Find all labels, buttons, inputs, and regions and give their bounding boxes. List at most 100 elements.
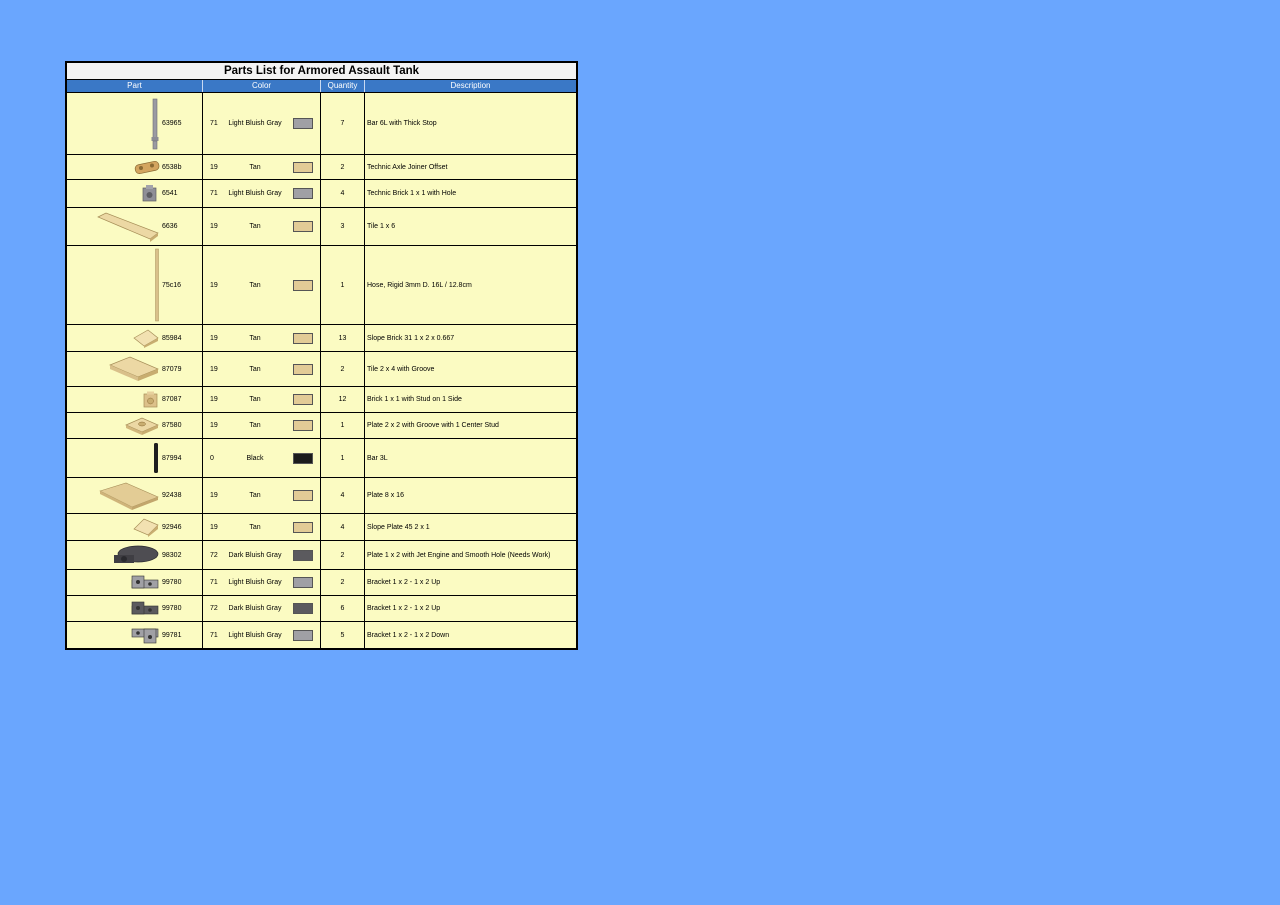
color-swatch [293, 394, 313, 405]
quantity-cell: 6 [321, 596, 365, 621]
color-cell: 19 Tan [203, 387, 321, 412]
quantity-cell: 2 [321, 570, 365, 595]
part-number: 99780 [162, 579, 182, 586]
color-code: 71 [210, 190, 218, 197]
part-number: 87079 [162, 365, 182, 373]
table-row: 75c16 19 Tan 1 Hose, Rigid 3mm D. 16L / 12.8… [67, 246, 576, 325]
color-name: Tan [249, 281, 261, 289]
table-row: 63965 71 Light Bluish Gray 7 Bar 6L with Thi… [67, 93, 576, 155]
color-swatch [293, 452, 313, 464]
color-name: Dark Bluish Gray [228, 551, 282, 559]
quantity-cell: 12 [321, 387, 365, 412]
color-cell: 72 Dark Bluish Gray [203, 596, 321, 621]
color-cell: 19 Tan [203, 352, 321, 386]
table-row: 6538b 19 Tan 2 Technic Axle Joiner Offset [67, 155, 576, 180]
part-cell: 99781 [67, 622, 203, 648]
quantity-cell: 1 [321, 439, 365, 477]
quantity-cell: 4 [321, 514, 365, 540]
color-cell: 19 Tan [203, 325, 321, 351]
color-code: 72 [210, 605, 218, 612]
table-row: 92438 19 Tan 4 Plate 8 x 16 [67, 478, 576, 514]
hose-rigid-icon [154, 248, 160, 322]
part-number: 6541 [162, 190, 178, 197]
color-swatch [293, 549, 313, 561]
bar-3l-icon [152, 442, 160, 474]
table-row: 87580 19 Tan 1 Plate 2 x 2 with Groove with … [67, 413, 576, 439]
table-row: 87079 19 Tan 2 Tile 2 x 4 with Groove [67, 352, 576, 387]
color-code: 19 [210, 523, 218, 531]
description-cell: Plate 8 x 16 [367, 492, 404, 499]
plate-8x16-icon [98, 481, 160, 511]
part-cell: 98302 [67, 541, 203, 569]
color-code: 19 [210, 281, 218, 289]
part-number: 63965 [162, 120, 182, 127]
color-code: 19 [210, 223, 218, 230]
quantity-cell: 4 [321, 478, 365, 513]
color-code: 19 [210, 334, 218, 342]
part-number: 85984 [162, 334, 182, 342]
part-cell: 92946 [67, 514, 203, 540]
color-cell: 71 Light Bluish Gray [203, 93, 321, 154]
description-cell: Bar 6L with Thick Stop [367, 120, 437, 127]
color-cell: 72 Dark Bluish Gray [203, 541, 321, 569]
color-name: Tan [249, 422, 261, 429]
header-quantity: Quantity [321, 80, 365, 92]
part-cell: 99780 [67, 570, 203, 595]
color-cell: 19 Tan [203, 514, 321, 540]
color-code: 71 [210, 120, 218, 127]
part-number: 6636 [162, 223, 178, 230]
technic-brick-icon [140, 184, 160, 204]
bracket-up-icon [130, 574, 160, 592]
part-cell: 99780 [67, 596, 203, 621]
brick-side-stud-icon [142, 391, 160, 409]
color-name: Light Bluish Gray [228, 190, 282, 197]
color-code: 72 [210, 551, 218, 559]
color-name: Tan [249, 334, 261, 342]
table-row: 98302 72 Dark Bluish Gray 2 Plate 1 x 2 with… [67, 541, 576, 570]
color-code: 19 [210, 365, 218, 373]
color-name: Light Bluish Gray [228, 120, 282, 127]
bracket-up-icon [130, 600, 160, 618]
color-swatch [293, 279, 313, 291]
quantity-cell: 2 [321, 541, 365, 569]
part-number: 6538b [162, 163, 182, 171]
color-cell: 71 Light Bluish Gray [203, 180, 321, 207]
description-cell: Plate 1 x 2 with Jet Engine and Smooth H… [367, 551, 551, 559]
color-name: Light Bluish Gray [228, 579, 282, 586]
table-row: 6636 19 Tan 3 Tile 1 x 6 [67, 208, 576, 246]
color-swatch [293, 490, 313, 501]
bar-6l-icon [150, 97, 160, 151]
description-cell: Bracket 1 x 2 - 1 x 2 Up [367, 579, 441, 586]
color-swatch [293, 420, 313, 431]
color-swatch [293, 221, 313, 232]
color-swatch [293, 521, 313, 533]
quantity-cell: 7 [321, 93, 365, 154]
part-number: 98302 [162, 551, 182, 559]
color-code: 19 [210, 422, 218, 429]
tile-2x4-icon [108, 355, 160, 383]
color-name: Tan [249, 163, 261, 171]
color-cell: 71 Light Bluish Gray [203, 570, 321, 595]
part-number: 99781 [162, 631, 182, 639]
description-cell: Tile 2 x 4 with Groove [367, 365, 435, 373]
color-swatch [293, 161, 313, 173]
slope-plate-icon [132, 517, 160, 537]
quantity-cell: 1 [321, 246, 365, 324]
color-swatch [293, 363, 313, 375]
description-cell: Bracket 1 x 2 - 1 x 2 Up [367, 605, 441, 612]
color-name: Tan [249, 492, 261, 499]
description-cell: Hose, Rigid 3mm D. 16L / 12.8cm [367, 281, 472, 289]
color-code: 19 [210, 396, 218, 403]
table-row: 99781 71 Light Bluish Gray 5 Bracket 1 x 2 -… [67, 622, 576, 648]
color-code: 19 [210, 163, 218, 171]
color-cell: 19 Tan [203, 478, 321, 513]
color-code: 19 [210, 492, 218, 499]
part-number: 87580 [162, 422, 182, 429]
part-cell: 63965 [67, 93, 203, 154]
color-name: Tan [249, 396, 261, 403]
table-row: 99780 72 Dark Bluish Gray 6 Bracket 1 x 2 - … [67, 596, 576, 622]
plate-center-stud-icon [124, 416, 160, 436]
quantity-cell: 13 [321, 325, 365, 351]
color-name: Black [246, 454, 264, 462]
quantity-cell: 2 [321, 352, 365, 386]
